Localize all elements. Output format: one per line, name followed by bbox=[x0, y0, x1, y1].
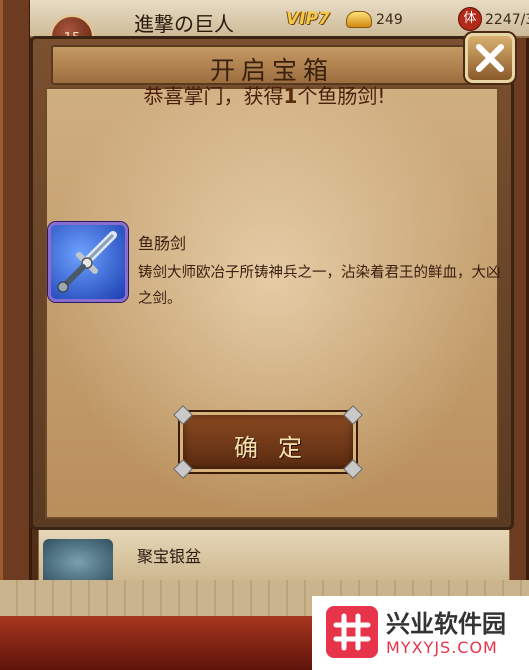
dialog-header: 开启宝箱 bbox=[51, 45, 493, 85]
reward-message-prefix: 恭喜掌门，获得 bbox=[143, 84, 284, 108]
status-bar: 進撃の巨人 VIP7 249 体 2247/30 bbox=[30, 0, 529, 38]
item-name: 鱼肠剑 bbox=[138, 234, 187, 253]
gold-ingot-icon bbox=[346, 11, 372, 28]
gold-count: 249 bbox=[376, 12, 403, 28]
stamina-icon: 体 bbox=[458, 7, 482, 31]
item-description: 铸剑大师欧冶子所铸神兵之一，沾染着君王的鲜血，大凶之剑。 bbox=[138, 265, 501, 307]
silver-basin-icon bbox=[43, 539, 113, 585]
watermark-url: MYXYJS.COM bbox=[386, 638, 498, 657]
list-item[interactable]: 聚宝银盆 bbox=[38, 528, 510, 586]
close-icon bbox=[476, 44, 504, 72]
reward-message: 恭喜掌门，获得1个鱼肠剑! bbox=[0, 80, 529, 109]
confirm-button[interactable]: 确定 bbox=[173, 405, 363, 479]
watermark-name: 兴业软件园 bbox=[386, 610, 506, 638]
sword-icon[interactable] bbox=[48, 222, 128, 302]
sword-glyph bbox=[57, 231, 117, 293]
reward-count: 1 bbox=[283, 84, 298, 108]
confirm-button-label: 确定 bbox=[234, 434, 322, 462]
reward-message-suffix: 个鱼肠剑! bbox=[297, 84, 386, 108]
vip-badge: VIP7 bbox=[286, 9, 330, 29]
close-button[interactable] bbox=[465, 33, 515, 83]
player-name: 進撃の巨人 bbox=[134, 12, 234, 36]
site-watermark: 兴业软件园 MYXYJS.COM bbox=[312, 596, 529, 670]
stamina-count: 2247/30 bbox=[485, 12, 529, 28]
watermark-logo-icon bbox=[326, 606, 378, 658]
list-item-label: 聚宝银盆 bbox=[137, 547, 202, 566]
